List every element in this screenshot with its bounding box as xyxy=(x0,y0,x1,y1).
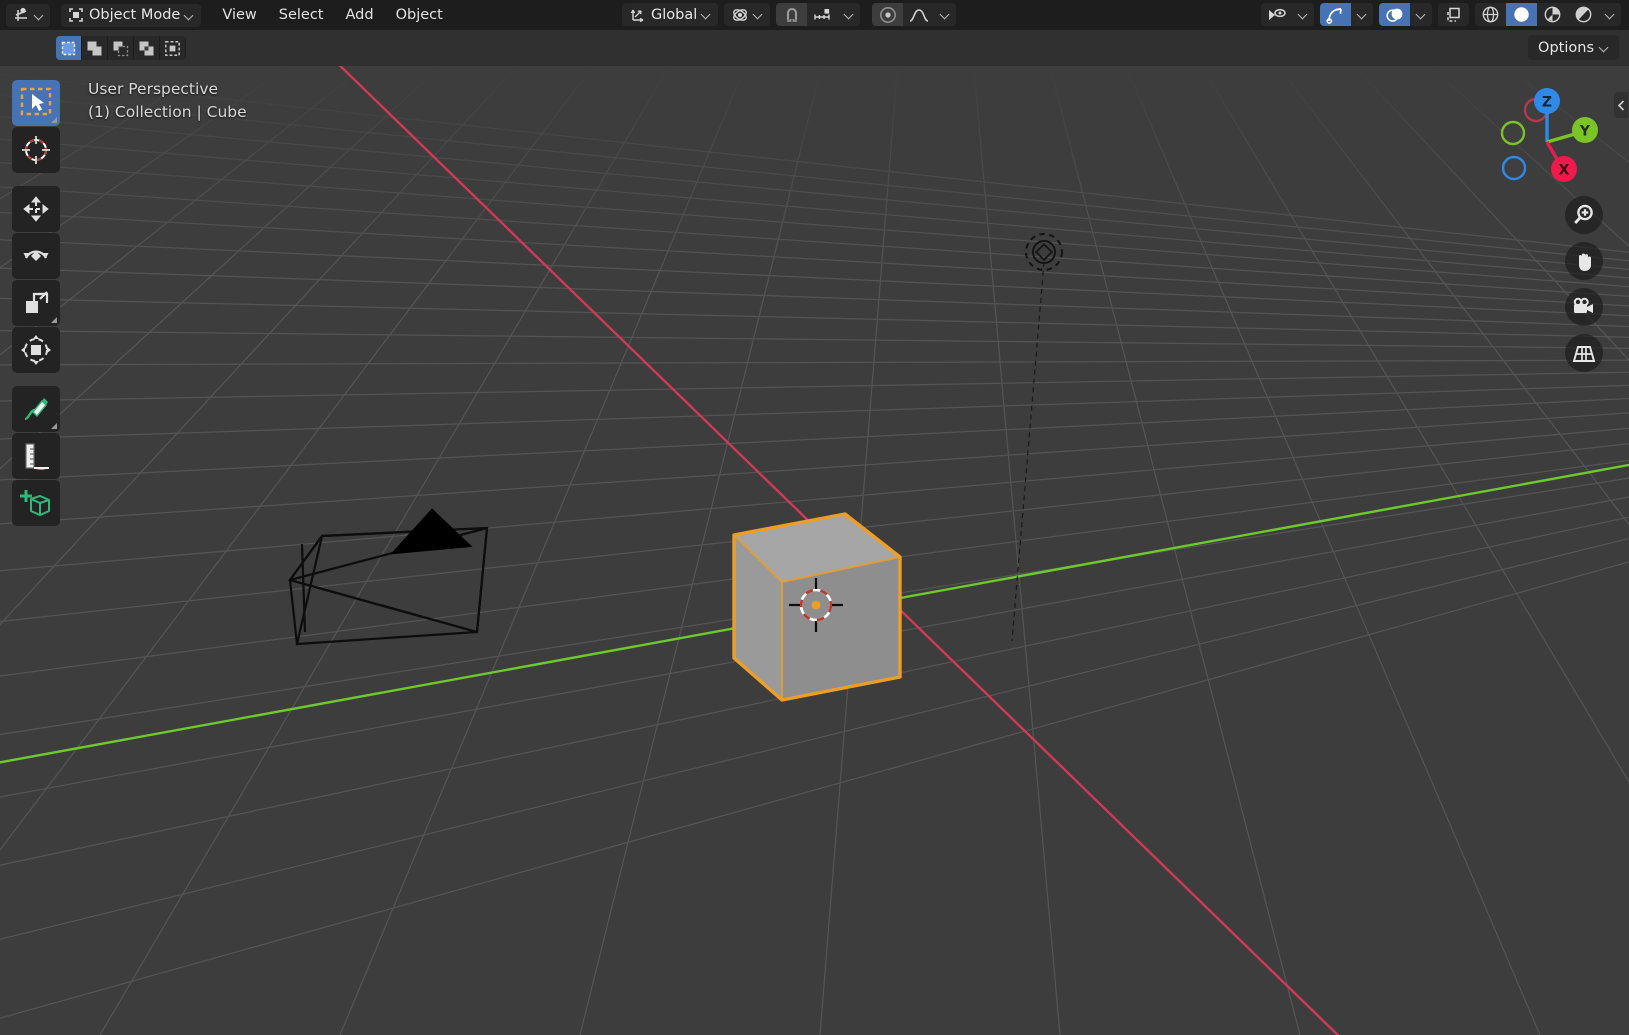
menu-add[interactable]: Add xyxy=(336,4,384,27)
shading-material-button[interactable] xyxy=(1537,3,1568,26)
viewport-canvas xyxy=(0,66,1629,1035)
select-mode-extend[interactable] xyxy=(82,36,108,60)
shading-solid-button[interactable] xyxy=(1506,3,1537,26)
viewport-toolbar xyxy=(12,80,60,527)
shading-wireframe-button[interactable] xyxy=(1475,3,1506,26)
pivot-point-icon xyxy=(731,6,749,24)
mode-selector[interactable]: Object Mode xyxy=(61,4,201,27)
gizmo-label-x: X xyxy=(1559,163,1570,179)
blender-window: Object Mode View Select Add Object Globa… xyxy=(0,0,1629,1035)
chevron-down-icon xyxy=(845,10,854,19)
gizmo-group xyxy=(1320,3,1373,26)
object-mode-icon xyxy=(68,7,84,23)
viewport-nav-buttons xyxy=(1565,196,1605,380)
pan-button[interactable] xyxy=(1565,242,1603,280)
shading-group xyxy=(1475,3,1621,26)
tool-expand-corner xyxy=(51,423,57,429)
options-button[interactable]: Options xyxy=(1528,35,1619,60)
menu-view[interactable]: View xyxy=(212,4,266,27)
tool-tweak[interactable] xyxy=(12,80,60,126)
chevron-down-icon xyxy=(35,11,44,20)
toggle-projection-button[interactable] xyxy=(1565,334,1603,372)
snap-toggle[interactable] xyxy=(776,3,807,26)
mode-label: Object Mode xyxy=(89,7,180,23)
editor-type-button[interactable] xyxy=(6,4,50,27)
chevron-down-icon xyxy=(1299,10,1308,19)
shading-rendered-button[interactable] xyxy=(1568,3,1599,26)
overlays-toggle[interactable] xyxy=(1379,3,1410,26)
gizmo-label-z: Z xyxy=(1542,95,1552,111)
chevron-down-icon xyxy=(1358,10,1367,19)
transform-orientation-button[interactable]: Global xyxy=(622,3,718,26)
chevron-down-icon xyxy=(702,10,711,19)
select-mode-subtract[interactable] xyxy=(108,36,134,60)
chevron-down-icon xyxy=(1417,10,1426,19)
gizmo-label-y: Y xyxy=(1579,124,1591,140)
sidebar-collapse-arrow[interactable] xyxy=(1614,92,1628,118)
tool-expand-corner xyxy=(51,317,57,323)
tool-annotate[interactable] xyxy=(12,386,60,432)
chevron-down-icon xyxy=(941,10,950,19)
zoom-button[interactable] xyxy=(1565,196,1603,234)
tool-expand-corner xyxy=(51,117,57,123)
tool-settings-bar: Options xyxy=(0,30,1629,66)
overlays-dropdown[interactable] xyxy=(1410,3,1432,26)
viewport-header: Object Mode View Select Add Object Globa… xyxy=(0,0,1629,30)
camera-view-button[interactable] xyxy=(1565,288,1603,326)
tool-move[interactable] xyxy=(12,186,60,232)
orientation-axis-icon xyxy=(629,6,646,23)
navigation-gizmo[interactable]: Z Y X xyxy=(1487,80,1607,200)
select-mode-intersect[interactable] xyxy=(160,36,186,60)
pivot-point-button[interactable] xyxy=(724,3,770,26)
snap-group xyxy=(776,3,860,26)
proportional-falloff-button[interactable] xyxy=(903,3,934,26)
tool-cursor[interactable] xyxy=(12,127,60,173)
gizmo-toggle[interactable] xyxy=(1320,3,1351,26)
gizmo-dropdown[interactable] xyxy=(1351,3,1373,26)
menu-object[interactable]: Object xyxy=(386,4,453,27)
transform-orientation-label: Global xyxy=(651,7,697,23)
snap-target-button[interactable] xyxy=(807,3,838,26)
tool-rotate[interactable] xyxy=(12,233,60,279)
select-mode-invert[interactable] xyxy=(134,36,160,60)
shading-dropdown[interactable] xyxy=(1599,3,1621,26)
options-label: Options xyxy=(1538,40,1594,56)
proportional-edit-toggle[interactable] xyxy=(872,3,903,26)
proportional-falloff-dropdown[interactable] xyxy=(934,3,956,26)
chevron-down-icon xyxy=(1606,10,1615,19)
gizmo-axis-neg-z xyxy=(1503,157,1525,179)
tool-transform[interactable] xyxy=(12,327,60,373)
editor-type-icon xyxy=(12,6,30,24)
gizmo-axis-neg-y xyxy=(1502,122,1524,144)
chevron-down-icon xyxy=(185,11,194,20)
tool-add-cube[interactable] xyxy=(12,480,60,526)
chevron-down-icon xyxy=(754,10,763,19)
proportional-group xyxy=(872,3,956,26)
select-mode-group xyxy=(56,36,186,60)
select-mode-set[interactable] xyxy=(56,36,82,60)
xray-toggle[interactable] xyxy=(1438,3,1469,26)
visibility-dropdown[interactable] xyxy=(1292,3,1314,26)
overlays-group xyxy=(1379,3,1432,26)
grid-horizon-fade xyxy=(0,66,1629,586)
chevron-down-icon xyxy=(1600,43,1609,52)
visibility-group xyxy=(1261,3,1314,26)
object-visibility-button[interactable] xyxy=(1261,3,1292,26)
tool-scale[interactable] xyxy=(12,280,60,326)
snap-settings-dropdown[interactable] xyxy=(838,3,860,26)
3d-viewport[interactable]: User Perspective (1) Collection | Cube xyxy=(0,66,1629,1035)
menu-select[interactable]: Select xyxy=(269,4,334,27)
tool-measure[interactable] xyxy=(12,433,60,479)
